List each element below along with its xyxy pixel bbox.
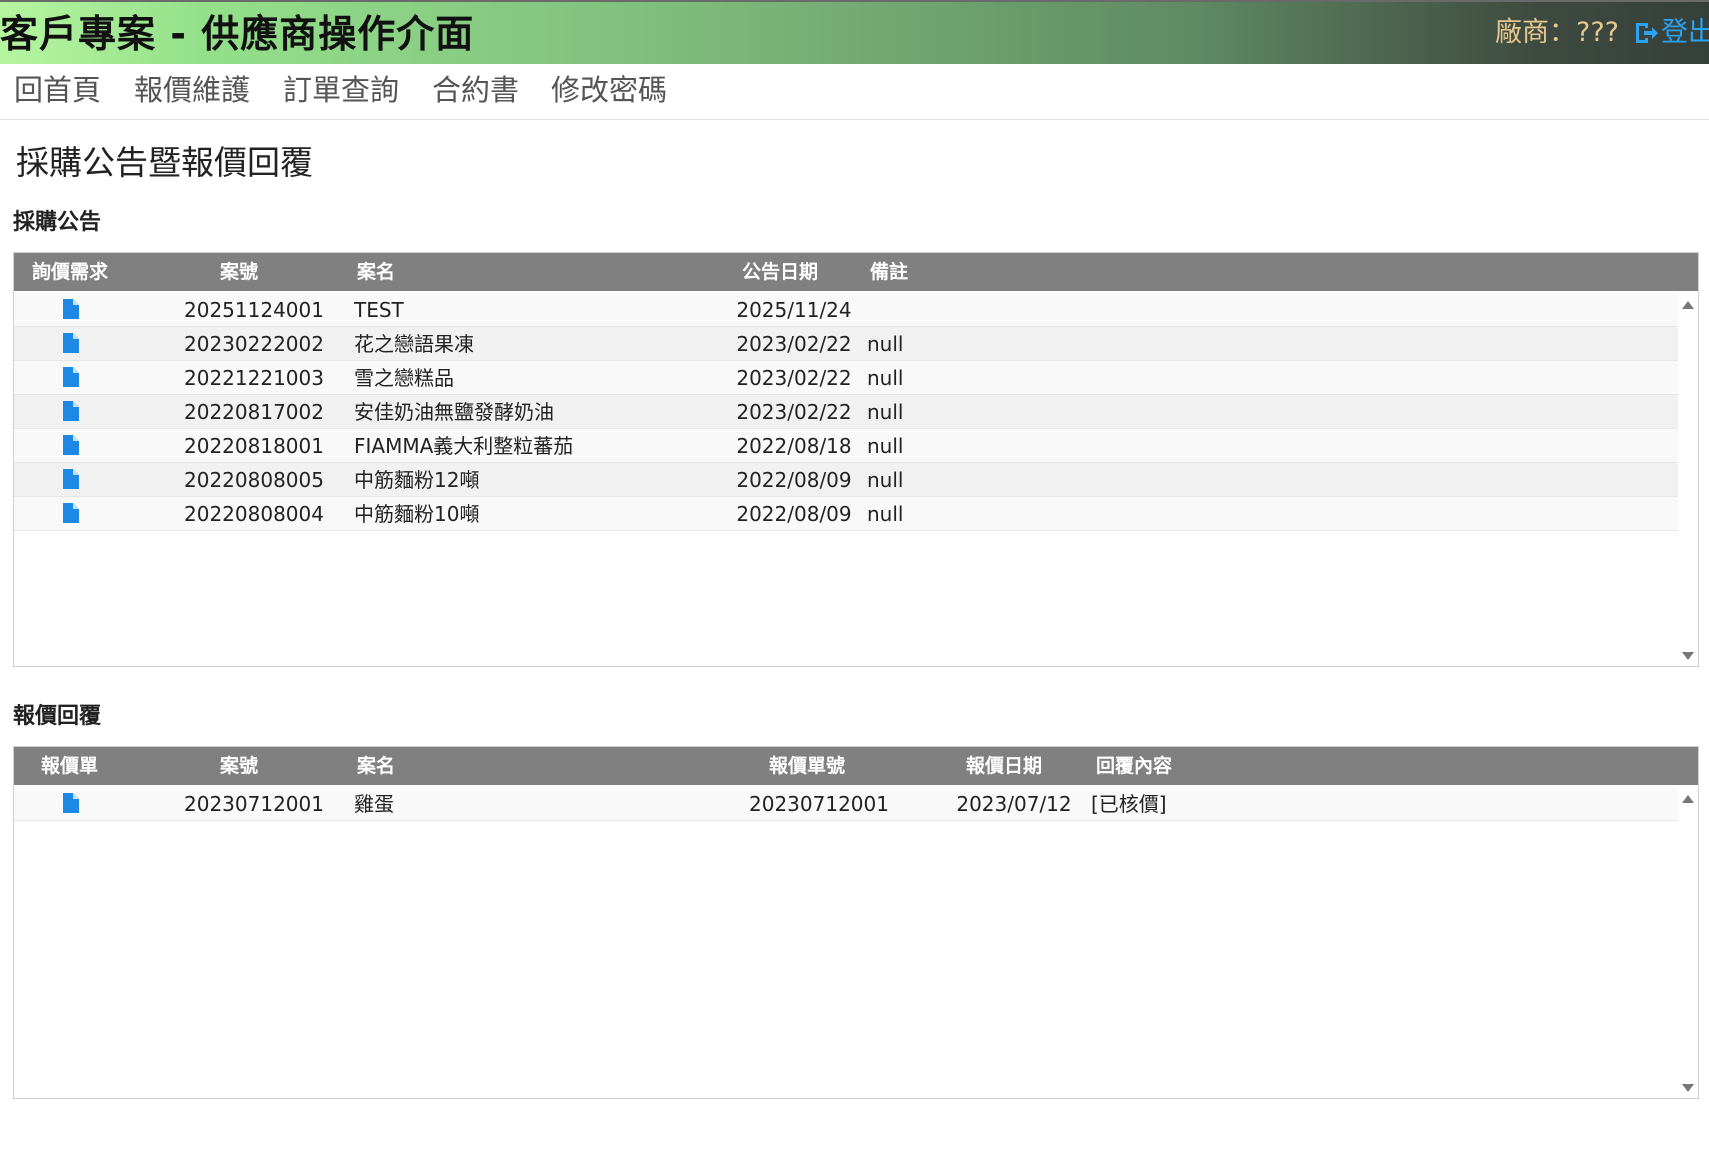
col-announce-date[interactable]: 公告日期 (742, 253, 818, 291)
document-icon[interactable] (63, 435, 79, 455)
document-icon[interactable] (63, 793, 79, 813)
col-case-name[interactable]: 案名 (357, 747, 395, 785)
cell-case-name: 中筋麵粉10噸 (354, 502, 480, 526)
cell-note: null (867, 468, 904, 492)
document-icon[interactable] (63, 299, 79, 319)
page-title: 採購公告暨報價回覆 (16, 143, 313, 182)
nav-quote-maintenance[interactable]: 報價維護 (134, 72, 250, 108)
cell-case-name: TEST (354, 298, 404, 322)
cell-announce-date: 2023/02/22 (736, 366, 852, 390)
announcements-grid-body: 20251124001 TEST 2025/11/24 20230222002 花之戀語… (14, 293, 1678, 666)
cell-announce-date: 2022/08/09 (736, 502, 852, 526)
col-reply-content[interactable]: 回覆內容 (1096, 747, 1172, 785)
table-row[interactable]: 20251124001 TEST 2025/11/24 (14, 293, 1678, 327)
cell-reply-content: [已核價] (1091, 792, 1167, 816)
announcements-grid: 詢價需求 案號 案名 公告日期 備註 20251124001 TEST 2025/1… (13, 252, 1699, 667)
scroll-down-arrow[interactable] (1682, 652, 1694, 660)
table-row[interactable]: 20220808005 中筋麵粉12噸 2022/08/09 null (14, 463, 1678, 497)
col-case-name[interactable]: 案名 (357, 253, 395, 291)
table-row[interactable]: 20220818001 FIAMMA義大利整粒蕃茄 2022/08/18 null (14, 429, 1678, 463)
table-row[interactable]: 20220817002 安佳奶油無鹽發酵奶油 2023/02/22 null (14, 395, 1678, 429)
vendor-label: 廠商：??? (1495, 17, 1619, 48)
replies-grid-body: 20230712001 雞蛋 20230712001 2023/07/12 [已核價] (14, 787, 1678, 1098)
document-icon[interactable] (63, 333, 79, 353)
scroll-up-arrow[interactable] (1682, 795, 1694, 803)
cell-note: null (867, 502, 904, 526)
cell-note: null (867, 332, 904, 356)
cell-note: null (867, 400, 904, 424)
cell-case-no: 20230222002 (184, 332, 324, 356)
col-case-no[interactable]: 案號 (220, 747, 258, 785)
replies-section-title: 報價回覆 (13, 704, 102, 729)
cell-case-name: 花之戀語果凍 (354, 332, 474, 356)
cell-case-no: 20220808005 (184, 468, 324, 492)
replies-scrollbar[interactable] (1678, 787, 1698, 1098)
cell-case-no: 20220818001 (184, 434, 324, 458)
col-quote-no[interactable]: 報價單號 (769, 747, 845, 785)
announcements-section-title: 採購公告 (13, 210, 102, 235)
logout-button[interactable]: 登出 (1633, 16, 1709, 50)
cell-case-no: 20251124001 (184, 298, 324, 322)
cell-case-name: 中筋麵粉12噸 (354, 468, 480, 492)
cell-case-no: 20221221003 (184, 366, 324, 390)
col-quote-sheet[interactable]: 報價單 (41, 747, 98, 785)
cell-case-no: 20220817002 (184, 400, 324, 424)
col-inquiry[interactable]: 詢價需求 (32, 253, 108, 291)
cell-announce-date: 2023/02/22 (736, 400, 852, 424)
document-icon[interactable] (63, 503, 79, 523)
replies-grid: 報價單 案號 案名 報價單號 報價日期 回覆內容 20230712001 雞蛋 20… (13, 746, 1699, 1099)
table-row[interactable]: 20220808004 中筋麵粉10噸 2022/08/09 null (14, 497, 1678, 531)
cell-case-name: 雪之戀糕品 (354, 366, 454, 390)
cell-announce-date: 2022/08/09 (736, 468, 852, 492)
cell-case-no: 20230712001 (184, 792, 324, 816)
cell-quote-no: 20230712001 (749, 792, 889, 816)
col-quote-date[interactable]: 報價日期 (966, 747, 1042, 785)
replies-grid-header: 報價單 案號 案名 報價單號 報價日期 回覆內容 (14, 747, 1698, 785)
app-title: 客戶專案 - 供應商操作介面 (0, 12, 475, 56)
logout-label: 登出 (1661, 17, 1709, 48)
cell-note: null (867, 434, 904, 458)
nav-contract[interactable]: 合約書 (432, 72, 519, 108)
document-icon[interactable] (63, 367, 79, 387)
announcements-scrollbar[interactable] (1678, 293, 1698, 666)
cell-case-name: 安佳奶油無鹽發酵奶油 (354, 400, 554, 424)
cell-case-name: 雞蛋 (354, 792, 394, 816)
col-case-no[interactable]: 案號 (220, 253, 258, 291)
nav-home[interactable]: 回首頁 (14, 72, 101, 108)
cell-announce-date: 2023/02/22 (736, 332, 852, 356)
col-note[interactable]: 備註 (870, 253, 908, 291)
cell-note: null (867, 366, 904, 390)
app-header: 客戶專案 - 供應商操作介面 廠商：??? 登出 (0, 0, 1709, 64)
cell-announce-date: 2025/11/24 (736, 298, 852, 322)
scroll-up-arrow[interactable] (1682, 301, 1694, 309)
document-icon[interactable] (63, 401, 79, 421)
cell-quote-date: 2023/07/12 (956, 792, 1072, 816)
announcements-grid-header: 詢價需求 案號 案名 公告日期 備註 (14, 253, 1698, 291)
document-icon[interactable] (63, 469, 79, 489)
scroll-down-arrow[interactable] (1682, 1084, 1694, 1092)
table-row[interactable]: 20230222002 花之戀語果凍 2023/02/22 null (14, 327, 1678, 361)
main-nav: 回首頁 報價維護 訂單查詢 合約書 修改密碼 (0, 64, 1709, 120)
cell-announce-date: 2022/08/18 (736, 434, 852, 458)
logout-icon (1636, 23, 1658, 43)
cell-case-name: FIAMMA義大利整粒蕃茄 (354, 434, 574, 458)
nav-change-password[interactable]: 修改密碼 (551, 72, 667, 108)
table-row[interactable]: 20230712001 雞蛋 20230712001 2023/07/12 [已核價] (14, 787, 1678, 821)
table-row[interactable]: 20221221003 雪之戀糕品 2023/02/22 null (14, 361, 1678, 395)
cell-case-no: 20220808004 (184, 502, 324, 526)
nav-order-query[interactable]: 訂單查詢 (283, 72, 399, 108)
